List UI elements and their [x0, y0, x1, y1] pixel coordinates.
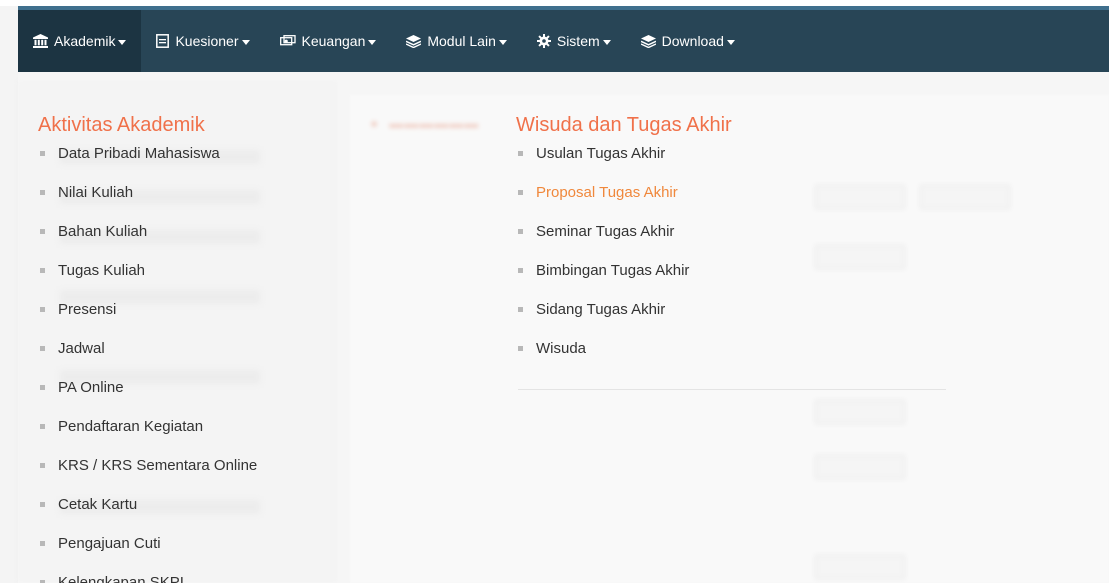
menu-item-label: Seminar Tugas Akhir: [536, 223, 675, 240]
nav-label: Keuangan: [301, 33, 366, 49]
bullet-icon: [40, 463, 45, 468]
bullet-icon: [40, 541, 45, 546]
menu-item-label: Sidang Tugas Akhir: [536, 301, 666, 318]
nav-akademik[interactable]: Akademik: [18, 10, 142, 72]
gear-icon: [536, 34, 551, 48]
menu-item-jadwal[interactable]: Jadwal: [38, 340, 257, 379]
menu-item-label: Pengajuan Cuti: [58, 535, 161, 552]
menu-item-cetak-kartu[interactable]: Cetak Kartu: [38, 496, 257, 535]
menu-item-nilai-kuliah[interactable]: Nilai Kuliah: [38, 184, 257, 223]
bullet-icon: [40, 307, 45, 312]
nav-download[interactable]: Download: [626, 10, 750, 72]
nav-kuesioner[interactable]: Kuesioner: [141, 10, 264, 72]
menu-item-label: Presensi: [58, 301, 117, 318]
form-icon: [156, 34, 170, 48]
menu-item-kelengkapan-skpi[interactable]: Kelengkapan SKPI: [38, 574, 257, 583]
bullet-icon: [40, 424, 45, 429]
menu-item-label: Proposal Tugas Akhir: [536, 184, 678, 201]
menu-item-bimbingan-tugas-akhir[interactable]: Bimbingan Tugas Akhir: [516, 262, 732, 301]
menu-item-label: Usulan Tugas Akhir: [536, 145, 666, 162]
menu-item-pa-online[interactable]: PA Online: [38, 379, 257, 418]
caret-down-icon: [602, 39, 611, 45]
layers-icon: [406, 34, 422, 48]
bullet-icon: [518, 229, 523, 234]
bullet-icon: [518, 268, 523, 273]
menu-item-sidang-tugas-akhir[interactable]: Sidang Tugas Akhir: [516, 301, 732, 340]
bullet-icon: [40, 151, 45, 156]
nav-label: Download: [661, 33, 724, 49]
wisuda-list: Usulan Tugas Akhir Proposal Tugas Akhir …: [516, 145, 732, 379]
menu-item-label: Tugas Kuliah: [58, 262, 145, 279]
caret-down-icon: [498, 39, 507, 45]
menu-item-krs-online[interactable]: KRS / KRS Sementara Online: [38, 457, 257, 496]
menu-divider: [518, 389, 946, 390]
bullet-icon: [40, 385, 45, 390]
bullet-icon: [40, 190, 45, 195]
menu-item-label: Kelengkapan SKPI: [58, 574, 184, 583]
nav-label: Akademik: [54, 33, 116, 49]
money-icon: [279, 34, 296, 48]
menu-item-label: Wisuda: [536, 340, 587, 357]
menu-item-label: Cetak Kartu: [58, 496, 138, 513]
caret-down-icon: [368, 39, 377, 45]
section-title: Aktivitas Akademik: [38, 114, 205, 136]
menu-item-wisuda[interactable]: Wisuda: [516, 340, 732, 379]
caret-down-icon: [726, 39, 735, 45]
menu-item-proposal-tugas-akhir[interactable]: Proposal Tugas Akhir: [516, 184, 732, 223]
bullet-icon: [40, 229, 45, 234]
main-navbar: Akademik Kuesioner Keuangan Modul Lain S…: [18, 10, 1109, 72]
bullet-icon: [518, 346, 523, 351]
menu-item-label: Bahan Kuliah: [58, 223, 148, 240]
nav-keuangan[interactable]: Keuangan: [265, 10, 392, 72]
menu-item-presensi[interactable]: Presensi: [38, 301, 257, 340]
caret-down-icon: [118, 39, 127, 45]
menu-item-tugas-kuliah[interactable]: Tugas Kuliah: [38, 262, 257, 301]
caret-down-icon: [241, 39, 250, 45]
institution-icon: [33, 34, 48, 48]
layers-icon: [640, 34, 656, 48]
bullet-icon: [518, 307, 523, 312]
aktivitas-akademik-list: Data Pribadi Mahasiswa Nilai Kuliah Baha…: [38, 145, 257, 583]
menu-item-label: Data Pribadi Mahasiswa: [58, 145, 220, 162]
menu-item-label: Nilai Kuliah: [58, 184, 134, 201]
menu-item-pendaftaran-kegiatan[interactable]: Pendaftaran Kegiatan: [38, 418, 257, 457]
wisuda-tugas-akhir-column: Wisuda dan Tugas Akhir Usulan Tugas Akhi…: [516, 114, 732, 379]
bullet-icon: [518, 190, 523, 195]
bullet-icon: [40, 502, 45, 507]
bullet-icon: [40, 346, 45, 351]
menu-item-label: Pendaftaran Kegiatan: [58, 418, 204, 435]
menu-item-label: Bimbingan Tugas Akhir: [536, 262, 690, 279]
aktivitas-akademik-column: Aktivitas Akademik Data Pribadi Mahasisw…: [38, 114, 257, 583]
nav-label: Modul Lain: [427, 33, 496, 49]
menu-item-label: Jadwal: [58, 340, 105, 357]
menu-item-label: KRS / KRS Sementara Online: [58, 457, 258, 474]
section-title: Wisuda dan Tugas Akhir: [516, 114, 732, 136]
bullet-icon: [40, 268, 45, 273]
nav-label: Sistem: [556, 33, 600, 49]
akademik-mega-menu: Aktivitas Akademik Data Pribadi Mahasisw…: [18, 72, 1109, 583]
menu-item-data-pribadi[interactable]: Data Pribadi Mahasiswa: [38, 145, 257, 184]
menu-item-usulan-tugas-akhir[interactable]: Usulan Tugas Akhir: [516, 145, 732, 184]
nav-label: Kuesioner: [175, 33, 239, 49]
nav-modul-lain[interactable]: Modul Lain: [391, 10, 522, 72]
menu-item-pengajuan-cuti[interactable]: Pengajuan Cuti: [38, 535, 257, 574]
menu-item-seminar-tugas-akhir[interactable]: Seminar Tugas Akhir: [516, 223, 732, 262]
bullet-icon: [518, 151, 523, 156]
nav-sistem[interactable]: Sistem: [522, 10, 626, 72]
menu-item-label: PA Online: [58, 379, 124, 396]
menu-item-bahan-kuliah[interactable]: Bahan Kuliah: [38, 223, 257, 262]
